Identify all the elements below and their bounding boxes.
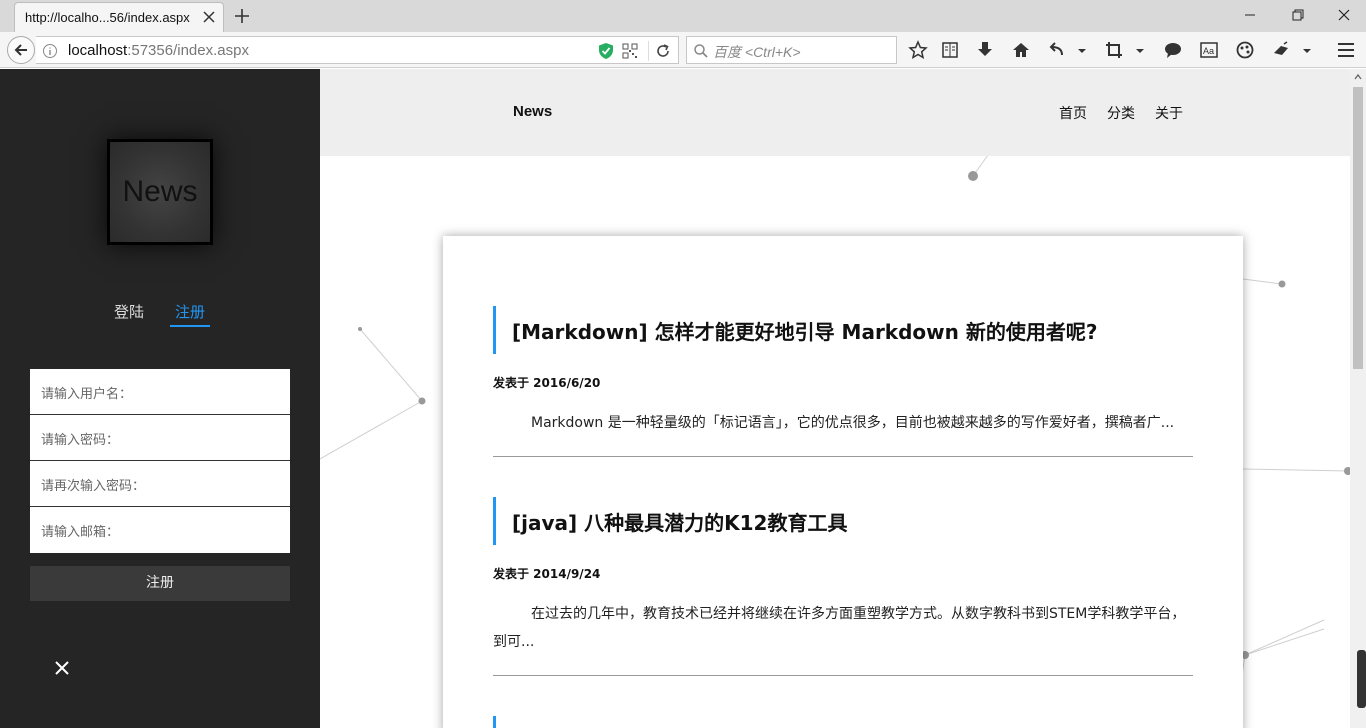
- scroll-up-arrow-icon[interactable]: [1354, 73, 1362, 81]
- nav-home[interactable]: 首页: [1059, 103, 1087, 123]
- shield-icon[interactable]: [598, 42, 614, 60]
- site-logo: News: [107, 139, 213, 245]
- post-divider: [493, 675, 1193, 676]
- close-tab-icon[interactable]: [201, 9, 217, 25]
- back-arrow-icon: [14, 44, 27, 56]
- info-icon[interactable]: [42, 43, 58, 59]
- post-title[interactable]: [Markdown] 怎样才能更好地引导 Markdown 新的使用者呢?: [512, 316, 1097, 345]
- post-summary: Markdown 是一种轻量级的「标记语言」，它的优点很多，目前也被越来越多的写…: [531, 415, 1175, 431]
- site-header: News 首页 分类 关于: [320, 69, 1350, 156]
- qr-code-icon[interactable]: [622, 43, 638, 59]
- sidebar: News 登陆 注册 请输入用户名： 请输入密码： 请再次输入密码： 请输入邮箱…: [0, 69, 320, 728]
- reading-list-icon[interactable]: [940, 40, 960, 60]
- tab-title: http://localho...56/index.aspx: [25, 10, 190, 25]
- url-text: localhost:57356/index.aspx: [68, 42, 249, 59]
- home-icon[interactable]: [1011, 40, 1031, 60]
- next-post-accent: [493, 716, 496, 728]
- page-scrollbar[interactable]: [1350, 69, 1366, 728]
- download-icon[interactable]: [975, 40, 995, 60]
- password-field[interactable]: 请输入密码：: [30, 415, 290, 461]
- tab-register[interactable]: 注册: [170, 301, 210, 327]
- svg-text:Aa: Aa: [1203, 46, 1214, 56]
- undo-icon[interactable]: [1046, 40, 1066, 60]
- back-button[interactable]: [7, 36, 35, 64]
- chat-bubble-icon[interactable]: [1163, 40, 1183, 60]
- search-icon: [694, 44, 708, 58]
- username-field[interactable]: 请输入用户名：: [30, 369, 290, 415]
- post-date: 发表于 2016/6/20: [493, 376, 601, 390]
- extension-icon[interactable]: [1271, 40, 1291, 60]
- bookmark-star-icon[interactable]: [908, 40, 928, 60]
- post-summary: 在过去的几年中，教育技术已经并将继续在许多方面重塑教学方式。从数字教科书到STE…: [493, 606, 1186, 650]
- chevron-down-icon[interactable]: [1300, 40, 1314, 60]
- close-icon[interactable]: [54, 660, 70, 676]
- close-window-icon[interactable]: [1332, 4, 1356, 26]
- confirm-password-field[interactable]: 请再次输入密码：: [30, 461, 290, 507]
- register-form: 请输入用户名： 请输入密码： 请再次输入密码： 请输入邮箱：: [30, 369, 290, 553]
- email-field[interactable]: 请输入邮箱：: [30, 507, 290, 553]
- new-tab-icon[interactable]: [232, 6, 252, 26]
- register-button[interactable]: 注册: [30, 566, 290, 601]
- post-date: 发表于 2014/9/24: [493, 567, 601, 581]
- address-bar[interactable]: localhost:57356/index.aspx: [36, 36, 679, 64]
- brand-link[interactable]: News: [513, 103, 552, 120]
- palette-icon[interactable]: [1235, 40, 1255, 60]
- search-placeholder: 百度 <Ctrl+K>: [713, 44, 801, 60]
- tab-login[interactable]: 登陆: [114, 301, 144, 327]
- reader-view-icon[interactable]: Aa: [1199, 40, 1219, 60]
- url-separator: [648, 41, 649, 61]
- minimize-icon[interactable]: [1238, 4, 1262, 26]
- post-divider: [493, 456, 1193, 457]
- menu-icon[interactable]: [1336, 40, 1356, 60]
- post-title-block: [java] 八种最具潜力的K12教育工具: [493, 497, 1193, 545]
- post-item: [java] 八种最具潜力的K12教育工具 发表于 2014/9/24 在过去的…: [493, 497, 1193, 656]
- browser-tab-bar: http://localho...56/index.aspx: [0, 0, 1366, 32]
- post-title-block: [Markdown] 怎样才能更好地引导 Markdown 新的使用者呢?: [493, 306, 1193, 354]
- scrollbar-thumb[interactable]: [1353, 87, 1363, 369]
- browser-tab[interactable]: http://localho...56/index.aspx: [14, 2, 224, 32]
- volume-meter-widget: [1357, 650, 1366, 708]
- post-item: [Markdown] 怎样才能更好地引导 Markdown 新的使用者呢? 发表…: [493, 306, 1193, 437]
- post-title[interactable]: [java] 八种最具潜力的K12教育工具: [512, 507, 847, 536]
- reload-icon[interactable]: [654, 42, 672, 60]
- posts-card: [Markdown] 怎样才能更好地引导 Markdown 新的使用者呢? 发表…: [443, 236, 1243, 728]
- search-box[interactable]: 百度 <Ctrl+K>: [686, 36, 897, 64]
- crop-screenshot-icon[interactable]: [1104, 40, 1124, 60]
- chevron-down-icon[interactable]: [1075, 40, 1089, 60]
- chevron-down-icon[interactable]: [1133, 40, 1147, 60]
- logo-text: News: [122, 175, 198, 208]
- restore-icon[interactable]: [1285, 4, 1309, 26]
- nav-category[interactable]: 分类: [1107, 103, 1135, 123]
- browser-nav-bar: localhost:57356/index.aspx 百度 <Ctrl+K> A…: [0, 32, 1366, 68]
- nav-about[interactable]: 关于: [1155, 103, 1183, 123]
